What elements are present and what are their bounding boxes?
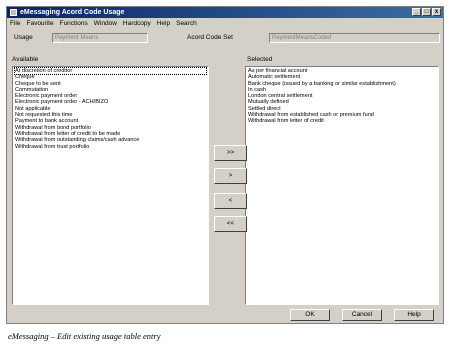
menu-search[interactable]: Search — [176, 19, 197, 28]
selected-label: Selected — [247, 56, 273, 63]
acord-code-usage-window: eMessaging Acord Code Usage _ □ x File F… — [6, 6, 444, 324]
menu-help[interactable]: Help — [157, 19, 170, 28]
remove-all-button[interactable]: << — [214, 216, 247, 232]
title-bar: eMessaging Acord Code Usage _ □ x — [7, 7, 443, 18]
cancel-button[interactable]: Cancel — [342, 309, 382, 321]
ok-button[interactable]: OK — [290, 309, 330, 321]
available-items: At discretion of creditor Cheque Cheque to… — [13, 67, 208, 151]
menu-functions[interactable]: Functions — [60, 19, 88, 28]
maximize-button[interactable]: □ — [422, 8, 431, 16]
figure-caption: eMessaging – Edit existing usage table e… — [8, 331, 161, 341]
selected-items: As per financial account Automatic settle… — [246, 67, 438, 126]
menu-hardcopy[interactable]: Hardcopy — [123, 19, 151, 28]
usage-label: Usage — [14, 34, 33, 41]
available-label: Available — [12, 56, 39, 63]
menu-bar: File Favourite Functions Window Hardcopy… — [7, 19, 443, 28]
list-item[interactable]: Withdrawal from letter of credit — [248, 118, 436, 124]
app-icon — [10, 9, 17, 16]
minimize-button[interactable]: _ — [412, 8, 421, 16]
menu-favourite[interactable]: Favourite — [26, 19, 53, 28]
acord-code-set-label: Acord Code Set — [187, 34, 233, 41]
available-list[interactable]: At discretion of creditor Cheque Cheque to… — [12, 66, 209, 305]
help-button[interactable]: Help — [394, 309, 434, 321]
add-all-button[interactable]: >> — [214, 145, 247, 161]
window-title: eMessaging Acord Code Usage — [20, 9, 125, 16]
usage-field[interactable]: Payment Means — [52, 33, 148, 43]
add-button[interactable]: > — [214, 168, 247, 184]
close-button[interactable]: x — [432, 8, 441, 16]
header-fields: Usage Payment Means Acord Code Set Payme… — [12, 32, 440, 43]
acord-code-set-field[interactable]: PaymentMeansCoded — [269, 33, 440, 43]
menu-window[interactable]: Window — [94, 19, 117, 28]
selected-list[interactable]: As per financial account Automatic settle… — [245, 66, 439, 305]
menu-file[interactable]: File — [10, 19, 20, 28]
remove-button[interactable]: < — [214, 193, 247, 209]
list-item[interactable]: Withdrawal from trust portfolio — [15, 144, 206, 150]
window-controls: _ □ x — [412, 8, 441, 17]
